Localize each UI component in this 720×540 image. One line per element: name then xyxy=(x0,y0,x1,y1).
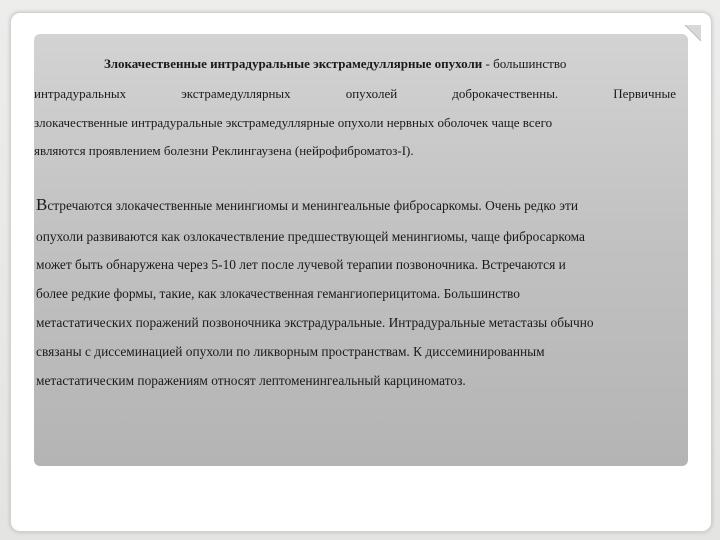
paragraph1-lead-rest: - большинство xyxy=(482,56,567,71)
paragraph1-line2-word: доброкачественны. xyxy=(452,86,559,101)
paragraph2-line1: Встречаются злокачественные менингиомы и… xyxy=(36,196,578,215)
paragraph1-line2-word: опухолей xyxy=(345,86,398,101)
paragraph2-line5: метастатических поражений позвоночника э… xyxy=(36,315,594,330)
paragraph2-line3: может быть обнаружена через 5-10 лет пос… xyxy=(36,257,566,272)
paragraph1-lead-bold: Злокачественные интрадуральные экстрамед… xyxy=(104,56,483,71)
paragraph1-line1: Злокачественные интрадуральные экстрамед… xyxy=(104,55,566,73)
paragraph2-line2: опухоли развиваются как озлокачествление… xyxy=(36,229,585,244)
paragraph2-first-letter: В xyxy=(36,195,48,214)
paragraph2-line4: более редкие формы, такие, как злокачест… xyxy=(36,286,520,301)
paragraph1-line2: интрадуральных экстрамедуллярных опухоле… xyxy=(34,85,676,103)
paragraph2-line1-rest: стречаются злокачественные менингиомы и … xyxy=(47,198,578,213)
paragraph2-line6: связаны с диссеминацией опухоли по ликво… xyxy=(36,344,545,359)
paragraph1-line2-word: экстрамедуллярных xyxy=(181,86,291,101)
paragraph1-line2-word: интрадуральных xyxy=(34,86,127,101)
paragraph2-line7: метастатическим поражениям относят лепто… xyxy=(36,373,466,388)
paragraph1-line2-word: Первичные xyxy=(613,86,676,101)
paragraph1-line3: злокачественные интрадуральные экстрамед… xyxy=(34,115,553,130)
paragraph1-line4: являются проявлением болезни Реклингаузе… xyxy=(34,143,414,158)
